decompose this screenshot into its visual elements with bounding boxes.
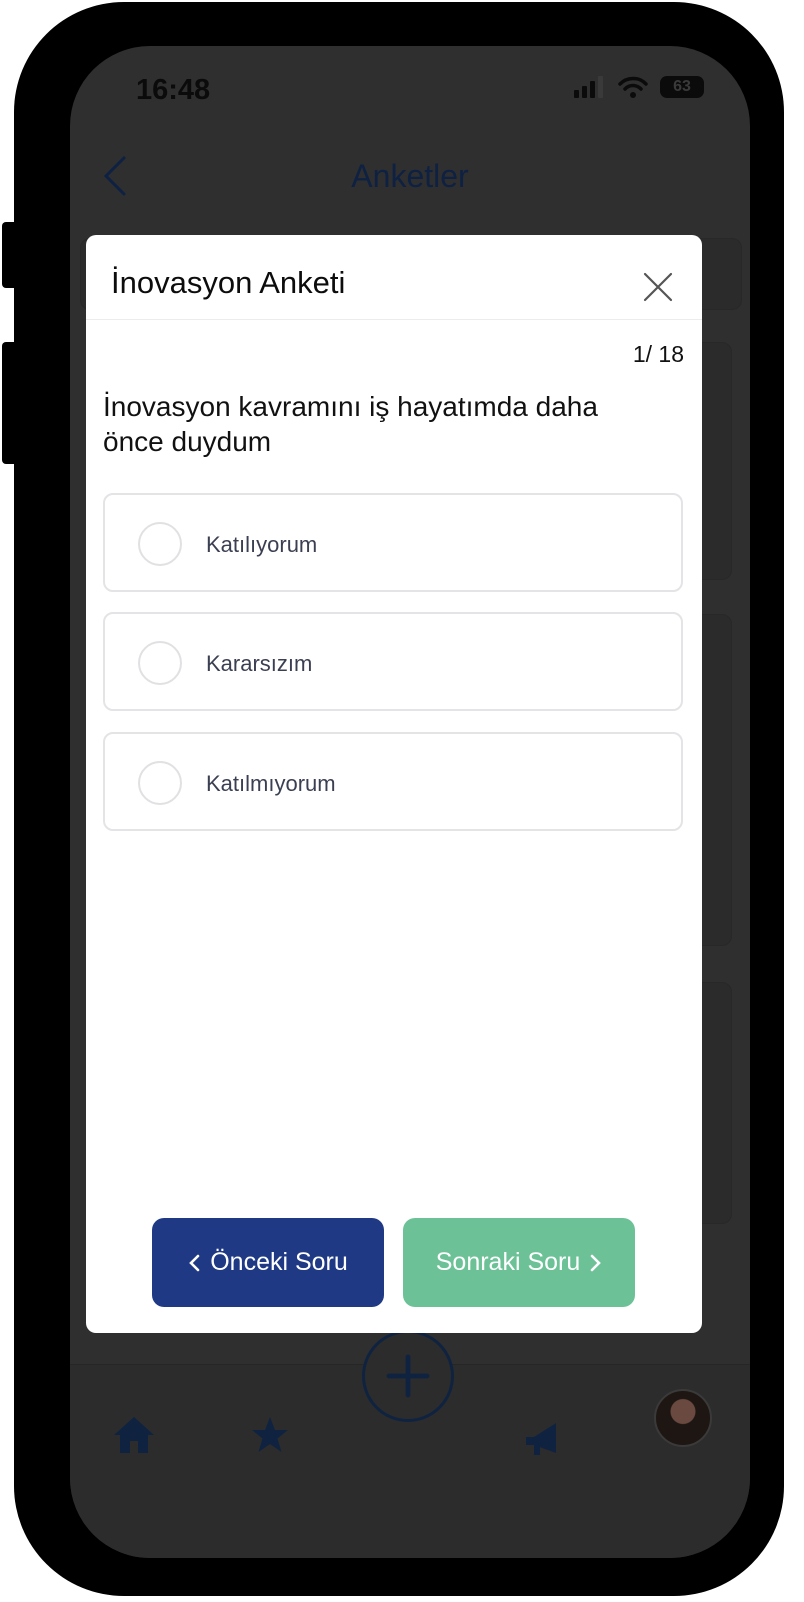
status-time: 16:48 <box>136 74 211 106</box>
avatar[interactable] <box>654 1389 712 1447</box>
modal-header: İnovasyon Anketi <box>86 235 702 320</box>
option-disagree[interactable]: Katılmıyorum <box>103 732 683 831</box>
question-counter: 1/ 18 <box>632 341 684 367</box>
chevron-right-icon <box>590 1254 602 1271</box>
status-icons: 63 <box>574 76 704 98</box>
radio-button[interactable] <box>138 761 182 805</box>
question-text: İnovasyon kavramını iş hayatımda daha ön… <box>103 391 598 457</box>
next-question-label: Sonraki Soru <box>435 1248 581 1276</box>
star-icon[interactable] <box>250 1415 290 1455</box>
next-question-button[interactable]: Sonraki Soru <box>403 1218 635 1307</box>
option-label: Kararsızım <box>206 651 313 676</box>
home-icon[interactable] <box>112 1415 156 1455</box>
wifi-icon <box>618 76 648 98</box>
survey-modal: İnovasyon Anketi 1/ 18 İnovasyon kavramı… <box>86 235 702 1333</box>
close-icon[interactable] <box>642 271 674 303</box>
option-label: Katılıyorum <box>206 532 318 557</box>
radio-button[interactable] <box>138 641 182 685</box>
option-agree[interactable]: Katılıyorum <box>103 493 683 592</box>
option-label: Katılmıyorum <box>206 771 336 796</box>
plus-icon <box>386 1354 430 1398</box>
signal-icon <box>574 76 603 98</box>
previous-question-button[interactable]: Önceki Soru <box>152 1218 384 1307</box>
modal-title: İnovasyon Anketi <box>111 265 346 300</box>
radio-button[interactable] <box>138 522 182 566</box>
previous-question-label: Önceki Soru <box>210 1248 348 1276</box>
battery-icon: 63 <box>660 76 704 98</box>
option-undecided[interactable]: Kararsızım <box>103 612 683 711</box>
megaphone-icon[interactable] <box>522 1413 566 1457</box>
chevron-left-icon <box>189 1254 200 1271</box>
add-button[interactable] <box>362 1330 454 1422</box>
page-title: Anketler <box>351 158 469 194</box>
